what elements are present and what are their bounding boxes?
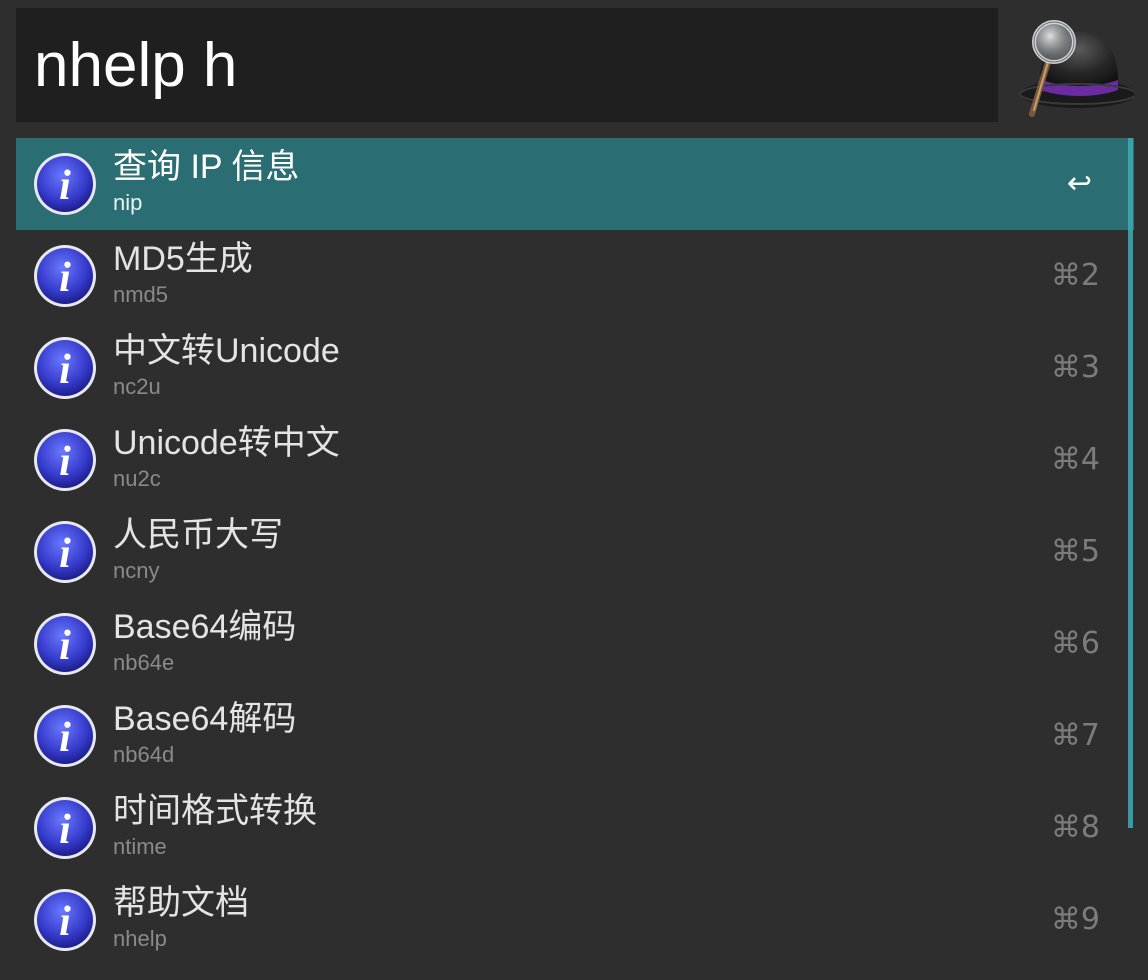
svg-text:i: i [59,255,71,301]
result-row-4[interactable]: i Unicode转中文 nu2c ⌘4 [16,414,1128,506]
svg-text:i: i [59,715,71,761]
result-title: Base64编码 [113,608,297,646]
result-row-6[interactable]: i Base64编码 nb64e ⌘6 [16,598,1128,690]
result-subtitle: nhelp [113,926,167,951]
result-title: 中文转Unicode [113,332,340,370]
svg-text:i: i [59,807,71,853]
info-icon: i [34,613,96,675]
search-bar[interactable] [16,8,998,122]
result-row-7[interactable]: i Base64解码 nb64d ⌘7 [16,690,1128,782]
result-shortcut: ⌘3 [1050,350,1100,385]
result-subtitle: nip [113,190,143,215]
alfred-hat-magnifier-icon[interactable] [1014,18,1134,118]
scrollbar[interactable] [1128,138,1133,828]
launcher-window: i 查询 IP 信息 nip ↩ i MD5生成 nmd5 ⌘2 [0,0,1148,980]
svg-text:i: i [59,163,71,209]
info-icon: i [34,705,96,767]
svg-text:i: i [59,899,71,945]
result-subtitle: nc2u [113,374,161,399]
result-title: 查询 IP 信息 [113,148,300,186]
result-subtitle: nu2c [113,466,161,491]
result-row-3[interactable]: i 中文转Unicode nc2u ⌘3 [16,322,1128,414]
svg-text:i: i [59,439,71,485]
return-key-icon: ↩ [1066,166,1092,201]
result-shortcut: ⌘9 [1050,902,1100,937]
result-shortcut: ⌘6 [1050,626,1100,661]
result-row-2[interactable]: i MD5生成 nmd5 ⌘2 [16,230,1128,322]
result-title: 帮助文档 [113,884,249,922]
result-shortcut: ⌘4 [1050,442,1100,477]
result-title: 人民币大写 [113,516,283,554]
result-subtitle: nb64e [113,650,175,675]
result-subtitle: nmd5 [113,282,169,307]
info-icon: i [34,337,96,399]
result-title: 时间格式转换 [113,792,317,830]
svg-text:i: i [59,623,71,669]
result-row-8[interactable]: i 时间格式转换 ntime ⌘8 [16,782,1128,874]
result-row-5[interactable]: i 人民币大写 ncny ⌘5 [16,506,1128,598]
svg-text:i: i [59,347,71,393]
result-subtitle: ntime [113,834,167,859]
search-input[interactable] [34,26,974,106]
result-shortcut: ⌘2 [1050,258,1100,293]
info-icon: i [34,245,96,307]
result-row-1[interactable]: i 查询 IP 信息 nip ↩ [16,138,1134,230]
results-list: i 查询 IP 信息 nip ↩ i MD5生成 nmd5 ⌘2 i 中文转Un… [16,138,1134,968]
result-title: Unicode转中文 [113,424,340,462]
info-icon: i [34,153,96,215]
info-icon: i [34,429,96,491]
info-icon: i [34,521,96,583]
result-row-9[interactable]: i 帮助文档 nhelp ⌘9 [16,874,1128,966]
result-shortcut: ⌘8 [1050,810,1100,845]
result-subtitle: nb64d [113,742,175,767]
result-subtitle: ncny [113,558,160,583]
result-shortcut: ⌘5 [1050,534,1100,569]
svg-text:i: i [59,531,71,577]
info-icon: i [34,889,96,951]
info-icon: i [34,797,96,859]
result-title: MD5生成 [113,240,253,278]
result-shortcut: ⌘7 [1050,718,1100,753]
result-title: Base64解码 [113,700,297,738]
